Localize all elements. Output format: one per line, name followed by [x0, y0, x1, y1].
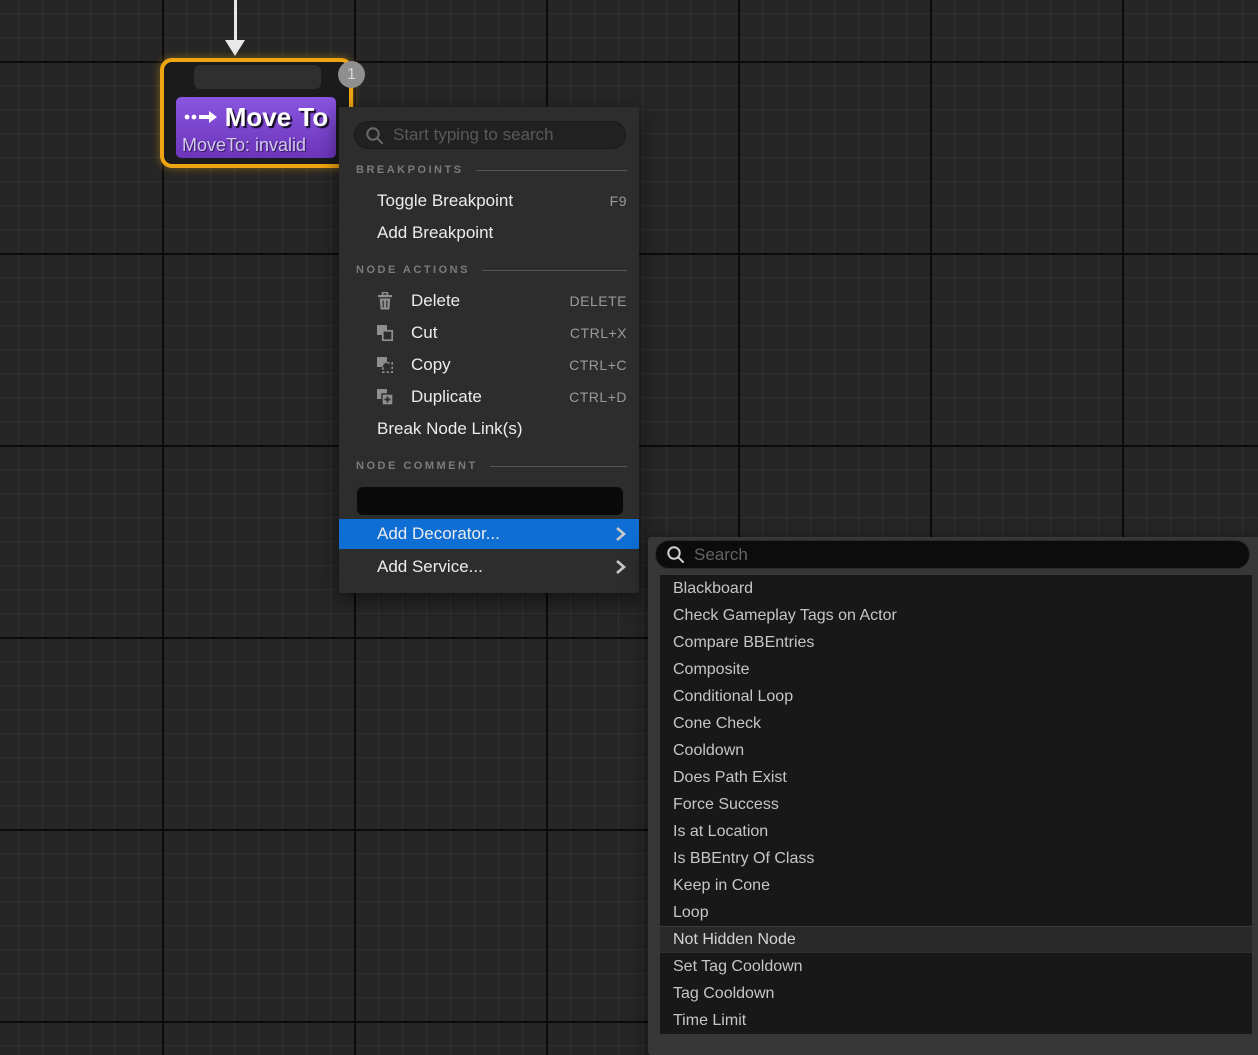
menu-item-label: Duplicate	[411, 387, 569, 407]
decorator-item-not-hidden-node[interactable]: Not Hidden Node	[660, 926, 1252, 953]
decorator-item-composite[interactable]: Composite	[660, 656, 1252, 683]
decorator-item-check-gameplay-tags-on-actor[interactable]: Check Gameplay Tags on Actor	[660, 602, 1252, 629]
decorator-item-cone-check[interactable]: Cone Check	[660, 710, 1252, 737]
chevron-right-icon	[615, 526, 626, 542]
trash-icon	[377, 292, 398, 310]
add-decorator-submenu: BlackboardCheck Gameplay Tags on ActorCo…	[648, 537, 1258, 1055]
menu-item-duplicate[interactable]: Duplicate CTRL+D	[339, 381, 639, 413]
section-divider	[490, 466, 627, 467]
menu-item-label: Add Service...	[377, 557, 615, 577]
menu-item-label: Add Decorator...	[377, 524, 615, 544]
menu-item-shortcut: CTRL+X	[570, 325, 627, 341]
menu-item-label: Cut	[411, 323, 570, 343]
menu-item-shortcut: DELETE	[570, 293, 627, 309]
search-icon	[365, 126, 384, 145]
behavior-tree-node-move-to[interactable]: 1 Move To MoveTo: invalid	[160, 58, 353, 168]
node-comment-input[interactable]	[357, 487, 623, 515]
menu-item-copy[interactable]: Copy CTRL+C	[339, 349, 639, 381]
chevron-right-icon	[615, 559, 626, 575]
decorator-item-set-tag-cooldown[interactable]: Set Tag Cooldown	[660, 953, 1252, 980]
decorator-item-conditional-loop[interactable]: Conditional Loop	[660, 683, 1252, 710]
menu-item-label: Break Node Link(s)	[377, 419, 627, 439]
decorator-item-time-limit[interactable]: Time Limit	[660, 1007, 1252, 1034]
node-subtitle: MoveTo: invalid	[182, 135, 330, 155]
menu-item-toggle-breakpoint[interactable]: Toggle Breakpoint F9	[339, 185, 639, 217]
menu-item-add-breakpoint[interactable]: Add Breakpoint	[339, 217, 639, 249]
node-body[interactable]: Move To MoveTo: invalid	[176, 97, 336, 158]
section-label: NODE COMMENT	[339, 460, 478, 472]
menu-item-label: Delete	[411, 291, 570, 311]
node-input-wire	[234, 0, 237, 42]
decorator-item-does-path-exist[interactable]: Does Path Exist	[660, 764, 1252, 791]
section-header-node-actions: NODE ACTIONS	[339, 261, 639, 279]
context-menu: BREAKPOINTS Toggle Breakpoint F9 Add Brea…	[339, 107, 639, 593]
section-header-node-comment: NODE COMMENT	[339, 457, 639, 475]
decorator-item-force-success[interactable]: Force Success	[660, 791, 1252, 818]
cut-icon	[377, 324, 398, 342]
decorator-list: BlackboardCheck Gameplay Tags on ActorCo…	[660, 575, 1252, 1034]
section-label: BREAKPOINTS	[339, 164, 464, 176]
menu-item-label: Toggle Breakpoint	[377, 191, 610, 211]
menu-item-delete[interactable]: Delete DELETE	[339, 285, 639, 317]
decorator-item-loop[interactable]: Loop	[660, 899, 1252, 926]
wire-arrowhead-icon	[225, 40, 245, 56]
submenu-search[interactable]	[655, 540, 1250, 569]
menu-item-label: Copy	[411, 355, 569, 375]
menu-item-break-node-link-s[interactable]: Break Node Link(s)	[339, 413, 639, 445]
decorator-item-is-at-location[interactable]: Is at Location	[660, 818, 1252, 845]
decorator-item-blackboard[interactable]: Blackboard	[660, 575, 1252, 602]
menu-search-input[interactable]	[393, 125, 615, 145]
decorator-item-tag-cooldown[interactable]: Tag Cooldown	[660, 980, 1252, 1007]
menu-item-shortcut: CTRL+C	[569, 357, 627, 373]
decorator-item-is-bbentry-of-class[interactable]: Is BBEntry Of Class	[660, 845, 1252, 872]
node-title: Move To	[225, 102, 329, 133]
section-header-breakpoints: BREAKPOINTS	[339, 161, 639, 179]
menu-item-shortcut: F9	[610, 193, 627, 209]
section-label: NODE ACTIONS	[339, 264, 470, 276]
decorator-item-compare-bbentries[interactable]: Compare BBEntries	[660, 629, 1252, 656]
search-icon	[666, 545, 685, 564]
section-divider	[482, 270, 627, 271]
node-order-badge: 1	[338, 61, 365, 88]
menu-search[interactable]	[354, 121, 626, 149]
move-to-icon	[184, 110, 218, 124]
copy-icon	[377, 356, 398, 374]
menu-item-label: Add Breakpoint	[377, 223, 627, 243]
node-name-strip[interactable]	[194, 65, 321, 89]
decorator-item-cooldown[interactable]: Cooldown	[660, 737, 1252, 764]
menu-item-shortcut: CTRL+D	[569, 389, 627, 405]
menu-item-cut[interactable]: Cut CTRL+X	[339, 317, 639, 349]
duplicate-icon	[377, 388, 398, 406]
menu-item-add-decorator[interactable]: Add Decorator...	[339, 519, 639, 549]
section-divider	[476, 170, 627, 171]
menu-item-add-service[interactable]: Add Service...	[339, 552, 639, 582]
submenu-search-input[interactable]	[694, 545, 1239, 565]
decorator-item-keep-in-cone[interactable]: Keep in Cone	[660, 872, 1252, 899]
